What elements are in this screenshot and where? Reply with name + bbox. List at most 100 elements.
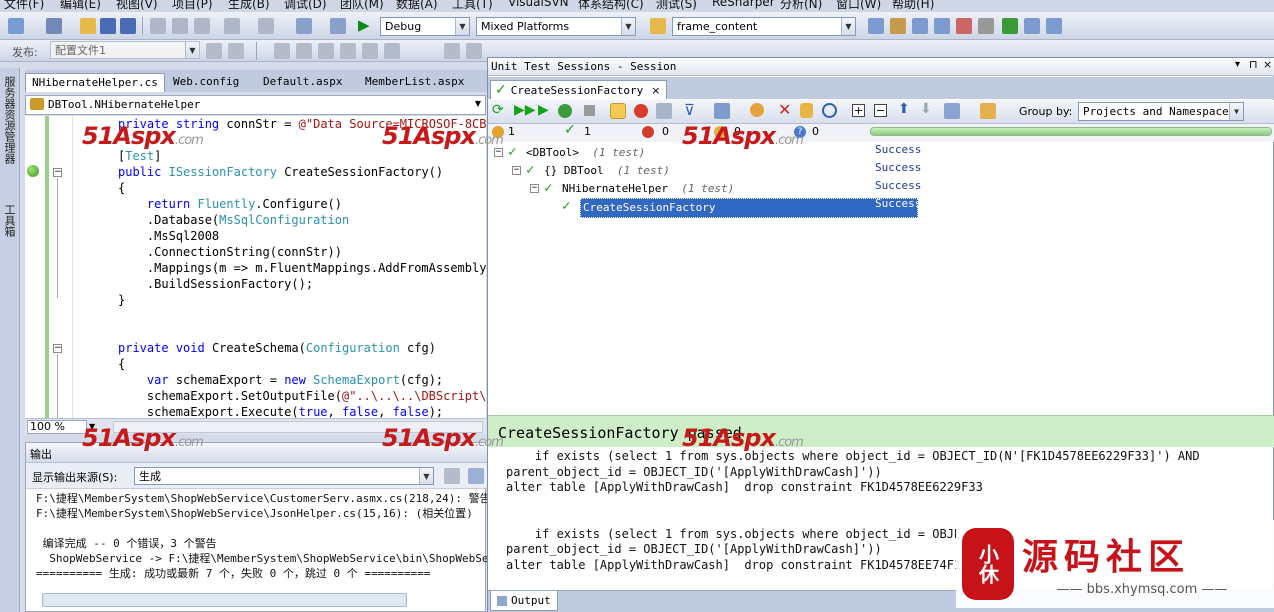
- start-page-icon[interactable]: [1002, 18, 1018, 34]
- debug-icon[interactable]: [558, 104, 572, 118]
- filter-icon[interactable]: ⊽: [684, 101, 695, 119]
- toolbox-icon[interactable]: [934, 18, 950, 34]
- solution-explorer-icon[interactable]: [868, 18, 884, 34]
- previous-icon[interactable]: ⬆: [898, 101, 910, 117]
- close-icon[interactable]: ×: [651, 84, 660, 97]
- command-window-icon[interactable]: [1046, 18, 1062, 34]
- new-project-icon[interactable]: [8, 18, 24, 34]
- tab-web-config[interactable]: Web.config: [167, 73, 245, 92]
- indent-icon[interactable]: [296, 43, 312, 59]
- menu-item[interactable]: VisualSVN: [508, 0, 569, 9]
- close-icon[interactable]: ×: [1263, 58, 1272, 71]
- server-explorer-tab[interactable]: 服务器资源管理器: [3, 76, 17, 196]
- collapse-all-icon[interactable]: −: [874, 104, 887, 117]
- find-input[interactable]: frame_content ▼: [672, 17, 856, 36]
- output-source-select[interactable]: 生成 ▼: [134, 467, 434, 485]
- properties-icon[interactable]: [890, 18, 906, 34]
- pin-icon[interactable]: ⊓: [1249, 58, 1258, 71]
- bookmark-icon[interactable]: [444, 43, 460, 59]
- menu-item[interactable]: 生成(B): [228, 0, 270, 12]
- solution-platform-select[interactable]: Mixed Platforms ▼: [476, 17, 636, 36]
- menu-item[interactable]: 编辑(E): [60, 0, 101, 12]
- find-in-files-icon[interactable]: [330, 18, 346, 34]
- navigate-icon[interactable]: [296, 18, 312, 34]
- copy-icon[interactable]: [172, 18, 188, 34]
- export-icon[interactable]: [980, 103, 996, 119]
- profile-icon[interactable]: [750, 103, 764, 117]
- undo-icon[interactable]: [224, 18, 240, 34]
- collapse-icon[interactable]: −: [494, 148, 503, 157]
- tree-node[interactable]: ✓ CreateSessionFactory Success: [488, 197, 1274, 218]
- find-icon[interactable]: [650, 18, 666, 34]
- menu-item[interactable]: 项目(P): [172, 0, 213, 12]
- format-icon[interactable]: [274, 43, 290, 59]
- menu-item[interactable]: 体系结构(C): [578, 0, 644, 12]
- output-horizontal-scrollbar[interactable]: [42, 593, 407, 607]
- menu-item[interactable]: 分析(N): [780, 0, 822, 12]
- outdent-icon[interactable]: [318, 43, 334, 59]
- clear-all-icon[interactable]: [468, 468, 484, 484]
- filter-passed-icon[interactable]: [610, 103, 626, 119]
- menu-item[interactable]: 视图(V): [116, 0, 158, 12]
- menu-item[interactable]: 调试(D): [284, 0, 327, 12]
- publish-icon[interactable]: [206, 43, 222, 59]
- run-all-icon[interactable]: ⟳: [492, 102, 504, 118]
- next-icon[interactable]: ⬇: [920, 101, 932, 117]
- stop-icon[interactable]: [584, 105, 595, 116]
- tab-nhibernatehelper[interactable]: NHibernateHelper.cs: [25, 73, 165, 92]
- test-pass-marker-icon[interactable]: [27, 165, 39, 177]
- redo-icon[interactable]: [258, 18, 274, 34]
- clock-icon[interactable]: [822, 103, 837, 118]
- toolbox-tab[interactable]: 工具箱: [3, 204, 17, 264]
- comment-icon[interactable]: [362, 43, 378, 59]
- collapse-icon[interactable]: −: [512, 166, 521, 175]
- tab-output[interactable]: Output: [490, 591, 558, 611]
- save-icon[interactable]: [100, 18, 116, 34]
- save-all-icon[interactable]: [120, 18, 136, 34]
- cut-icon[interactable]: [150, 18, 166, 34]
- menu-item[interactable]: 团队(M): [340, 0, 384, 12]
- extension-manager-icon[interactable]: [1024, 18, 1040, 34]
- collapse-icon[interactable]: −: [53, 168, 62, 177]
- collapse-icon[interactable]: −: [530, 184, 539, 193]
- tools-icon[interactable]: [978, 18, 994, 34]
- menu-item[interactable]: 帮助(H): [892, 0, 934, 12]
- publish-profile-select[interactable]: 配置文件1 ▼: [50, 41, 200, 59]
- start-debug-icon[interactable]: ▶: [358, 16, 370, 34]
- lock-icon[interactable]: [800, 103, 813, 118]
- filter-failed-icon[interactable]: [634, 104, 648, 118]
- menu-item[interactable]: 数据(A): [396, 0, 438, 12]
- tab-createsessionfactory[interactable]: ✓ CreateSessionFactory ×: [490, 80, 668, 99]
- group-by-select[interactable]: Projects and Namespaces ▼: [1078, 102, 1244, 121]
- object-browser-icon[interactable]: [912, 18, 928, 34]
- menu-item[interactable]: 测试(S): [656, 0, 697, 12]
- options-icon[interactable]: [714, 103, 730, 119]
- menu-item[interactable]: 工具(T): [452, 0, 493, 12]
- horizontal-scrollbar[interactable]: [113, 421, 483, 433]
- zoom-select[interactable]: 100 %: [27, 420, 87, 434]
- collapse-icon[interactable]: −: [53, 344, 62, 353]
- web-one-click-icon[interactable]: [228, 43, 244, 59]
- menu-item[interactable]: 文件(F): [4, 0, 44, 12]
- tab-memberlist-aspx[interactable]: MemberList.aspx: [359, 73, 470, 92]
- open-file-icon[interactable]: [80, 18, 96, 34]
- tab-default-aspx[interactable]: Default.aspx: [257, 73, 348, 92]
- solution-configuration-select[interactable]: Debug ▼: [380, 17, 470, 36]
- run-icon[interactable]: ▶: [538, 102, 549, 118]
- cover-icon[interactable]: [656, 103, 672, 119]
- class-view-icon[interactable]: [956, 18, 972, 34]
- menu-item[interactable]: 窗口(W): [836, 0, 881, 12]
- dropdown-icon[interactable]: ▾: [1235, 59, 1240, 70]
- find-message-icon[interactable]: [444, 468, 460, 484]
- layout-icon[interactable]: [944, 103, 960, 119]
- bookmark-prev-icon[interactable]: [466, 43, 482, 59]
- code-editor[interactable]: − − private string connStr = @"Data Sour…: [25, 116, 486, 418]
- add-item-icon[interactable]: [46, 18, 62, 34]
- spell-icon[interactable]: [340, 43, 356, 59]
- menu-item[interactable]: ReSharper: [712, 0, 775, 9]
- run-selected-icon[interactable]: ▶▶: [514, 102, 536, 118]
- editor-nav-bar[interactable]: DBTool.NHibernateHelper ▼: [25, 95, 486, 115]
- remove-icon[interactable]: ✕: [778, 100, 791, 119]
- uncomment-icon[interactable]: [384, 43, 400, 59]
- paste-icon[interactable]: [194, 18, 210, 34]
